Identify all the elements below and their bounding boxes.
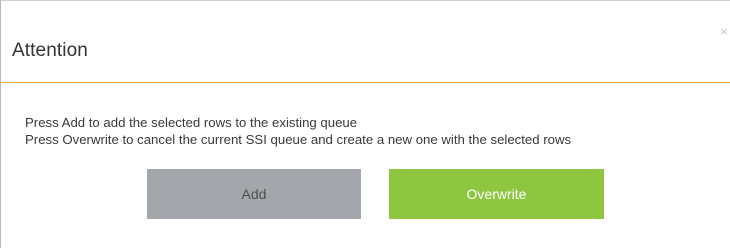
overwrite-button[interactable]: Overwrite bbox=[389, 169, 604, 219]
attention-dialog: Attention × Press Add to add the selecte… bbox=[0, 0, 730, 248]
add-button[interactable]: Add bbox=[147, 169, 361, 219]
close-icon[interactable]: × bbox=[718, 25, 730, 38]
dialog-message: Press Add to add the selected rows to th… bbox=[25, 114, 571, 148]
message-line-add: Press Add to add the selected rows to th… bbox=[25, 115, 358, 130]
dialog-title: Attention bbox=[12, 40, 88, 61]
message-line-overwrite: Press Overwrite to cancel the current SS… bbox=[25, 132, 572, 147]
dialog-header: Attention bbox=[1, 1, 730, 83]
